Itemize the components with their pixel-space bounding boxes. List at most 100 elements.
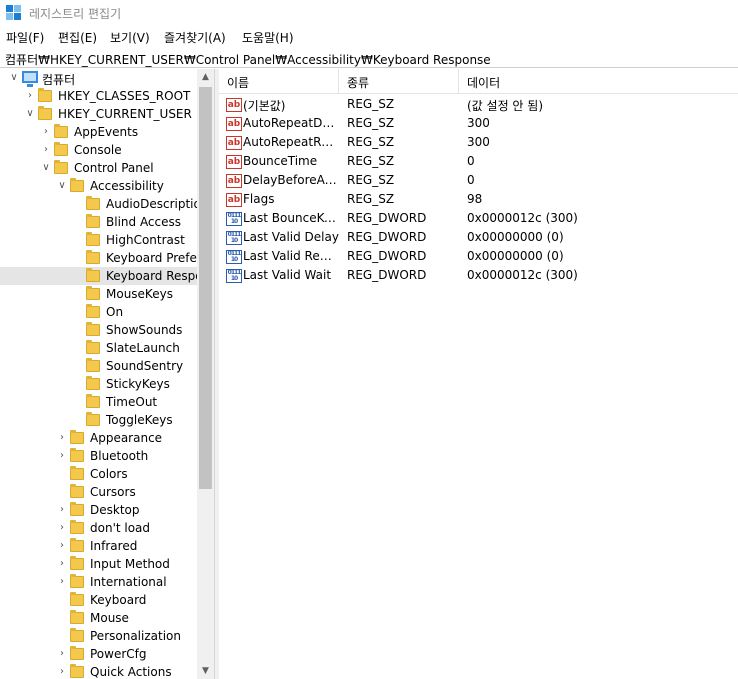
tree-item[interactable]: TimeOut — [0, 393, 197, 411]
header-divider — [219, 93, 738, 94]
tree-item[interactable]: On — [0, 303, 197, 321]
chevron-right-icon[interactable]: › — [40, 123, 52, 141]
value-row[interactable]: ab AutoRepeatRate REG_SZ 300 — [219, 133, 738, 152]
tree-item[interactable]: ∨ Accessibility — [0, 177, 197, 195]
tree-item[interactable]: › PowerCfg — [0, 645, 197, 663]
tree-item[interactable]: ∨ 컴퓨터 — [0, 69, 197, 87]
tree-item[interactable]: › Appearance — [0, 429, 197, 447]
scroll-down-icon[interactable]: ▼ — [197, 663, 214, 679]
chevron-right-icon[interactable]: › — [24, 87, 36, 105]
chevron-right-icon[interactable]: › — [56, 519, 68, 537]
tree-item[interactable]: Blind Access — [0, 213, 197, 231]
tree-item[interactable]: › Input Method — [0, 555, 197, 573]
tree-item[interactable]: Keyboard — [0, 591, 197, 609]
menu-file[interactable]: 파일(F) — [6, 29, 44, 46]
tree-item[interactable]: › HKEY_CLASSES_ROOT — [0, 87, 197, 105]
tree-item[interactable]: Cursors — [0, 483, 197, 501]
menu-favorites[interactable]: 즐겨찾기(A) — [164, 29, 226, 46]
string-value-icon: ab — [226, 155, 242, 169]
folder-icon — [70, 556, 84, 570]
value-row[interactable]: 011​110 Last Valid Repeat REG_DWORD 0x00000… — [219, 247, 738, 266]
string-value-icon: ab — [226, 136, 242, 150]
address-path[interactable]: 컴퓨터₩HKEY_CURRENT_USER₩Control Panel₩Acce… — [5, 51, 491, 68]
menu-edit[interactable]: 편집(E) — [58, 29, 97, 46]
scrollbar-thumb[interactable] — [199, 87, 212, 489]
folder-icon — [86, 358, 100, 372]
chevron-down-icon[interactable]: ∨ — [8, 69, 20, 87]
folder-icon — [70, 538, 84, 552]
tree-connector — [72, 375, 84, 393]
chevron-right-icon[interactable]: › — [56, 573, 68, 591]
chevron-right-icon[interactable]: › — [56, 555, 68, 573]
chevron-right-icon[interactable]: › — [56, 663, 68, 679]
tree-item[interactable]: ∨ Control Panel — [0, 159, 197, 177]
scroll-up-icon[interactable]: ▲ — [197, 69, 214, 85]
tree-item-label: AudioDescription — [106, 197, 209, 211]
tree-item[interactable]: Mouse — [0, 609, 197, 627]
chevron-down-icon[interactable]: ∨ — [24, 105, 36, 123]
chevron-right-icon[interactable]: › — [56, 501, 68, 519]
tree-item[interactable]: AudioDescription — [0, 195, 208, 213]
tree-item[interactable]: ToggleKeys — [0, 411, 197, 429]
tree-item[interactable]: Colors — [0, 465, 197, 483]
chevron-down-icon[interactable]: ∨ — [56, 177, 68, 195]
value-name: BounceTime — [243, 154, 318, 168]
registry-editor-icon — [6, 5, 22, 21]
chevron-down-icon[interactable]: ∨ — [40, 159, 52, 177]
value-row[interactable]: ab (기본값) REG_SZ (값 설정 안 됨) — [219, 95, 738, 114]
tree-item[interactable]: Keyboard Response — [0, 267, 214, 285]
tree-item[interactable]: ShowSounds — [0, 321, 197, 339]
tree-connector — [56, 591, 68, 609]
chevron-right-icon[interactable]: › — [40, 141, 52, 159]
menu-view[interactable]: 보기(V) — [110, 29, 150, 46]
tree-item[interactable]: Personalization — [0, 627, 197, 645]
chevron-right-icon[interactable]: › — [56, 537, 68, 555]
key-tree[interactable]: ∨ 컴퓨터 › HKEY_CLASSES_ROOT ∨ HKEY_CURRENT_USER… — [0, 69, 214, 679]
folder-icon — [70, 484, 84, 498]
tree-scrollbar[interactable]: ▲ ▼ — [197, 69, 214, 679]
value-row[interactable]: 011​110Last BounceKeySetting REG_DWORD 0x0… — [219, 209, 738, 228]
tree-item-label: 컴퓨터 — [42, 73, 76, 87]
tree-item-label: Accessibility — [90, 179, 164, 193]
chevron-right-icon[interactable]: › — [56, 645, 68, 663]
column-header-type[interactable]: 종류 — [339, 69, 459, 93]
folder-icon — [70, 646, 84, 660]
column-header-name[interactable]: 이름 — [219, 69, 339, 93]
tree-connector — [72, 357, 84, 375]
address-bar[interactable]: 컴퓨터₩HKEY_CURRENT_USER₩Control Panel₩Acce… — [0, 48, 738, 68]
value-type: REG_SZ — [347, 97, 395, 111]
tree-item[interactable]: › Quick Actions — [0, 663, 197, 679]
chevron-right-icon[interactable]: › — [56, 429, 68, 447]
tree-item[interactable]: › Desktop — [0, 501, 197, 519]
value-row[interactable]: abDelayBeforeAcceptance REG_SZ 0 — [219, 171, 738, 190]
value-row[interactable]: 011​110 Last Valid Delay REG_DWORD 0x000000… — [219, 228, 738, 247]
value-row[interactable]: ab BounceTime REG_SZ 0 — [219, 152, 738, 171]
values-list[interactable]: 이름 종류 데이터 ab (기본값) REG_SZ (값 설정 안 됨) ab AutoR… — [219, 69, 738, 679]
tree-item[interactable]: MouseKeys — [0, 285, 197, 303]
tree-item[interactable]: SoundSentry — [0, 357, 197, 375]
tree-item[interactable]: › Bluetooth — [0, 447, 197, 465]
tree-item[interactable]: › International — [0, 573, 197, 591]
value-data: 0x0000012c (300) — [467, 268, 578, 282]
tree-item[interactable]: StickyKeys — [0, 375, 197, 393]
folder-icon — [86, 322, 100, 336]
tree-item[interactable]: › Console — [0, 141, 197, 159]
string-value-icon: ab — [226, 174, 242, 188]
folder-icon — [70, 610, 84, 624]
value-row[interactable]: 011​110 Last Valid Wait REG_DWORD 0x0000012… — [219, 266, 738, 285]
column-header-data[interactable]: 데이터 — [459, 69, 738, 93]
value-row[interactable]: ab AutoRepeatDelay REG_SZ 300 — [219, 114, 738, 133]
tree-item[interactable]: ∨ HKEY_CURRENT_USER — [0, 105, 197, 123]
tree-item[interactable]: › don't load — [0, 519, 197, 537]
tree-item[interactable]: › AppEvents — [0, 123, 197, 141]
tree-item[interactable]: HighContrast — [0, 231, 197, 249]
chevron-right-icon[interactable]: › — [56, 447, 68, 465]
menu-help[interactable]: 도움말(H) — [242, 29, 294, 46]
tree-item[interactable]: SlateLaunch — [0, 339, 197, 357]
tree-item[interactable]: Keyboard Preference — [0, 249, 214, 267]
value-data: 0x00000000 (0) — [467, 249, 564, 263]
value-row[interactable]: ab Flags REG_SZ 98 — [219, 190, 738, 209]
tree-item[interactable]: › Infrared — [0, 537, 197, 555]
computer-icon — [22, 71, 38, 87]
tree-connector — [72, 213, 84, 231]
